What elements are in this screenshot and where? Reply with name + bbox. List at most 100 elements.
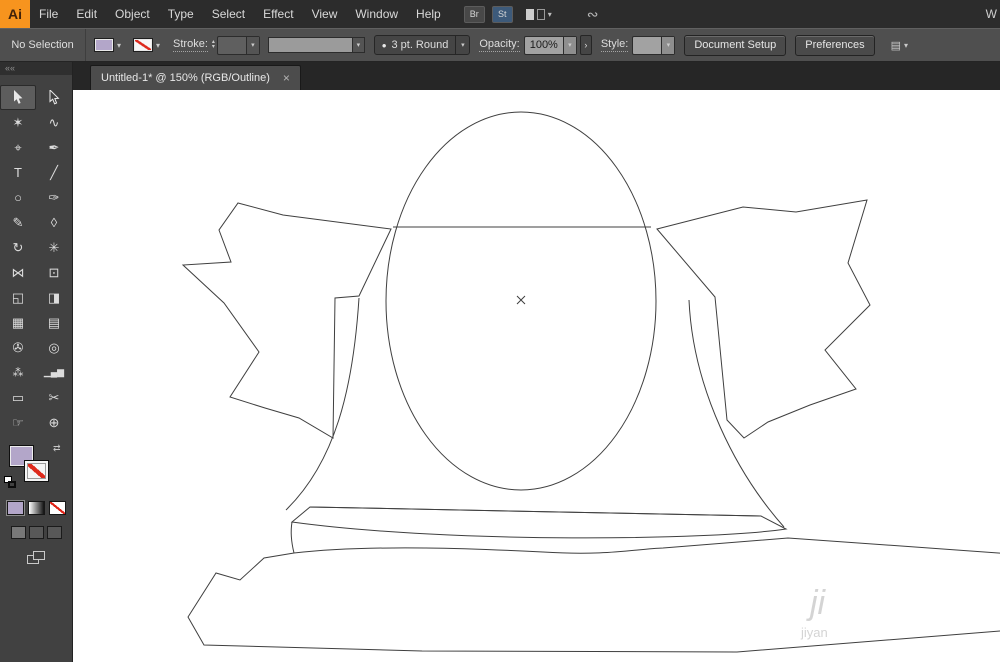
menu-file[interactable]: File [30, 0, 67, 28]
line-segment-icon: ╱ [50, 164, 58, 180]
width-profile-preview[interactable] [267, 37, 352, 53]
base-left-connector [290, 521, 295, 554]
column-graph-tool[interactable]: ▁▄▆ [36, 360, 72, 385]
anchor-point-tool[interactable]: ⌖ [0, 135, 36, 160]
eyedropper-icon: ✇ [12, 339, 24, 355]
chevron-down-icon[interactable]: ▾ [351, 37, 365, 53]
opacity-more-button[interactable]: › [579, 35, 592, 55]
style-dropdown[interactable]: ▾ [632, 35, 676, 55]
base-zigzag-path [187, 537, 1000, 653]
control-bar: No Selection ▾ ▾ Stroke: ▴ ▾ ▾ ▾ • 3 pt.… [0, 28, 1000, 62]
column-graph-icon: ▁▄▆ [43, 367, 65, 377]
gradient-button[interactable] [27, 501, 45, 515]
artwork-svg[interactable]: ji jiyan [73, 90, 1000, 662]
gradient-tool[interactable]: ▤ [36, 310, 72, 335]
change-screen-mode-button[interactable] [26, 551, 46, 564]
menu-type[interactable]: Type [159, 0, 203, 28]
opacity-panel-link[interactable]: Opacity: [479, 38, 520, 52]
stroke-panel-link[interactable]: Stroke: [173, 38, 208, 52]
width-tool[interactable]: ⋈ [0, 260, 36, 285]
direct-selection-tool[interactable] [36, 85, 72, 110]
symbol-sprayer-tool[interactable]: ⁂ [0, 360, 36, 385]
menu-bar: Ai File Edit Object Type Select Effect V… [0, 0, 1000, 28]
menu-view[interactable]: View [303, 0, 347, 28]
opacity-dropdown[interactable]: 100% ▾ [523, 35, 577, 55]
tab-close-button[interactable]: × [283, 71, 290, 85]
brush-definition-dropdown[interactable]: • 3 pt. Round ▾ [373, 35, 471, 55]
width-profile-dropdown[interactable]: ▾ [267, 37, 365, 53]
preferences-button[interactable]: Preferences [795, 34, 875, 56]
hand-tool[interactable]: ☞ [0, 410, 36, 435]
left-wing-path [181, 202, 392, 439]
watermark-mark: ji [806, 584, 827, 622]
draw-normal-button[interactable] [10, 526, 26, 539]
menu-select[interactable]: Select [203, 0, 254, 28]
menu-help[interactable]: Help [407, 0, 450, 28]
ellipse-tool[interactable]: ○ [0, 185, 36, 210]
chevron-down-icon[interactable]: ▾ [562, 36, 576, 54]
color-button[interactable] [6, 501, 24, 515]
document-setup-button[interactable]: Document Setup [684, 34, 787, 56]
rotate-tool[interactable]: ↻ [0, 235, 36, 260]
chevron-down-icon[interactable]: ▾ [117, 41, 121, 50]
menu-window[interactable]: Window [346, 0, 407, 28]
eyedropper-tool[interactable]: ✇ [0, 335, 36, 360]
chevron-down-icon[interactable]: ▾ [156, 41, 160, 50]
eraser-tool[interactable]: ◊ [36, 210, 72, 235]
body-left-curve [285, 297, 360, 511]
control-extras-button[interactable]: ▤ ▾ [891, 39, 908, 52]
gesture-icon[interactable]: ∾ [587, 6, 599, 23]
stock-button[interactable]: St [491, 5, 513, 23]
chevron-down-icon[interactable]: ▾ [245, 36, 259, 54]
arrange-documents-button[interactable]: ▾ [525, 8, 552, 20]
menu-object[interactable]: Object [106, 0, 159, 28]
fill-color-swatch[interactable] [94, 38, 114, 52]
selection-tool-icon [14, 90, 23, 104]
panel-collapse-button[interactable]: «« [0, 62, 72, 75]
shape-builder-tool[interactable]: ◱ [0, 285, 36, 310]
type-icon: T [14, 165, 22, 180]
default-fill-stroke-icon[interactable] [4, 476, 17, 489]
type-tool[interactable]: T [0, 160, 36, 185]
stroke-color-well[interactable]: ▾ [133, 38, 160, 52]
slice-tool[interactable]: ✂ [36, 385, 72, 410]
none-button[interactable] [48, 501, 66, 515]
paintbrush-tool[interactable]: ✑ [36, 185, 72, 210]
gradient-icon: ▤ [47, 314, 61, 330]
chevron-down-icon[interactable]: ▾ [455, 36, 469, 54]
line-segment-tool[interactable]: ╱ [36, 160, 72, 185]
pencil-tool[interactable]: ✎ [0, 210, 36, 235]
chevron-down-icon[interactable]: ▾ [661, 36, 675, 54]
pen-tool[interactable]: ✒ [36, 135, 72, 160]
shape-builder-icon: ◱ [11, 289, 25, 305]
draw-inside-button[interactable] [46, 526, 62, 539]
stroke-width-dropdown[interactable]: ▾ [216, 35, 260, 55]
width-tool-icon: ⋈ [11, 264, 25, 280]
lasso-tool[interactable]: ∿ [36, 110, 72, 135]
mesh-tool[interactable]: ▦ [0, 310, 36, 335]
draw-behind-button[interactable] [28, 526, 44, 539]
perspective-grid-tool[interactable]: ◨ [36, 285, 72, 310]
selection-tool[interactable] [0, 85, 36, 110]
blend-tool[interactable]: ◎ [36, 335, 72, 360]
style-panel-link[interactable]: Style: [600, 38, 629, 52]
bridge-button[interactable]: Br [463, 5, 485, 23]
stroke-none-swatch[interactable] [133, 38, 154, 52]
free-transform-tool[interactable]: ⊡ [36, 260, 72, 285]
stroke-swatch[interactable] [24, 460, 49, 482]
opacity-value[interactable]: 100% [525, 39, 563, 51]
magic-wand-tool[interactable]: ✶ [0, 110, 36, 135]
hand-icon: ☞ [12, 414, 24, 430]
document-tab[interactable]: Untitled-1* @ 150% (RGB/Outline) × [90, 65, 301, 90]
zoom-tool[interactable]: ⊕ [36, 410, 72, 435]
menu-effect[interactable]: Effect [254, 0, 302, 28]
scale-tool[interactable]: ✳ [36, 235, 72, 260]
lasso-icon: ∿ [48, 114, 60, 130]
swap-fill-stroke-icon[interactable]: ⇄ [53, 443, 61, 454]
artboard-canvas[interactable]: ji jiyan [73, 90, 1000, 662]
menu-edit[interactable]: Edit [67, 0, 106, 28]
fill-color-well[interactable]: ▾ [94, 38, 121, 52]
stepper-down-icon[interactable]: ▾ [212, 44, 215, 50]
artboard-tool[interactable]: ▭ [0, 385, 36, 410]
stroke-width-stepper[interactable]: ▴ ▾ [212, 39, 215, 50]
